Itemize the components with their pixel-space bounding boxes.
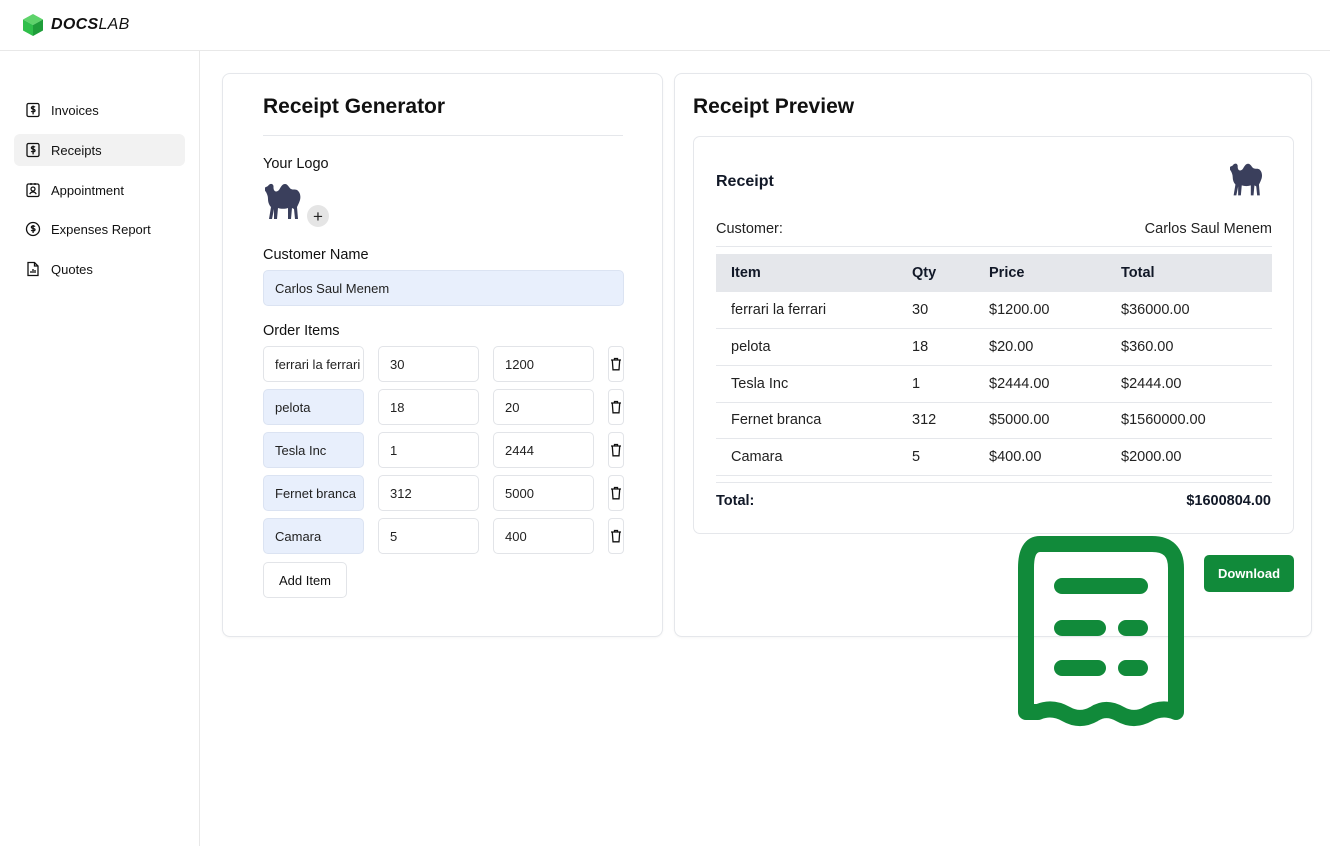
receipt-preview-panel: Receipt Preview Receipt Customer: Carlos… — [674, 73, 1312, 637]
brand-name: DOCSLAB — [51, 16, 130, 33]
dollar-circle-icon — [25, 221, 41, 237]
receipt-icon — [1018, 536, 1184, 726]
column-header-total: Total — [1121, 265, 1155, 281]
sidebar-item-quotes[interactable]: Quotes — [14, 253, 185, 285]
item-name-input[interactable]: Tesla Inc — [263, 432, 364, 468]
item-price-input[interactable]: 5000 — [493, 475, 594, 511]
camel-logo-icon[interactable] — [265, 180, 307, 224]
item-name-input[interactable]: Fernet branca — [263, 475, 364, 511]
sidebar-item-label: Invoices — [51, 102, 99, 118]
table-row: Camara 5 $400.00 $2000.00 — [716, 439, 1272, 476]
sidebar: Invoices Receipts Appointment Expenses R… — [0, 51, 200, 846]
trash-icon — [611, 529, 621, 543]
id-card-icon — [26, 183, 40, 198]
add-item-button[interactable]: Add Item — [263, 562, 347, 598]
divider — [716, 246, 1272, 247]
delete-item-button[interactable] — [608, 475, 624, 511]
trash-icon — [611, 486, 621, 500]
cell-qty: 5 — [912, 449, 921, 465]
cell-item: Fernet branca — [731, 412, 822, 428]
item-qty-input[interactable]: 5 — [378, 518, 479, 554]
item-qty-input[interactable]: 30 — [378, 346, 479, 382]
delete-item-button[interactable] — [608, 432, 624, 468]
chart-doc-icon — [27, 261, 39, 277]
camel-logo-icon — [1230, 163, 1263, 196]
trash-icon — [611, 400, 621, 414]
customer-name-input[interactable]: Carlos Saul Menem — [263, 270, 624, 306]
customer-row: Customer: Carlos Saul Menem — [716, 221, 1272, 237]
cell-total: $1560000.00 — [1121, 412, 1206, 428]
table-row: Fernet branca 312 $5000.00 $1560000.00 — [716, 402, 1272, 439]
item-price-input[interactable]: 400 — [493, 518, 594, 554]
total-value: $1600804.00 — [1186, 493, 1271, 509]
receipt-generator-panel: Receipt Generator Your Logo + Customer N… — [222, 73, 663, 637]
receipt-document: Receipt Customer: Carlos Saul Menem Item… — [693, 136, 1294, 534]
cell-price: $400.00 — [989, 449, 1042, 465]
cell-price: $20.00 — [989, 339, 1034, 355]
total-label: Total: — [716, 493, 755, 509]
item-price-input[interactable]: 2444 — [493, 432, 594, 468]
brand-logo[interactable]: DOCSLAB — [21, 13, 130, 37]
sidebar-item-label: Expenses Report — [51, 221, 151, 237]
cell-total: $2444.00 — [1121, 376, 1182, 392]
sidebar-item-expenses-report[interactable]: Expenses Report — [14, 213, 185, 245]
order-items-label: Order Items — [263, 323, 340, 339]
sidebar-item-label: Receipts — [51, 142, 102, 158]
cell-qty: 312 — [912, 412, 937, 428]
cell-price: $2444.00 — [989, 376, 1050, 392]
customer-name-label: Customer Name — [263, 247, 369, 263]
cell-item: Camara — [731, 449, 783, 465]
cell-qty: 18 — [912, 339, 929, 355]
cell-price: $1200.00 — [989, 302, 1050, 318]
generator-title: Receipt Generator — [263, 95, 446, 118]
trash-icon — [611, 443, 621, 457]
cell-item: ferrari la ferrari — [731, 302, 827, 318]
item-price-input[interactable]: 20 — [493, 389, 594, 425]
divider — [716, 482, 1272, 483]
dollar-doc-icon — [26, 102, 40, 118]
cube-logo-icon — [23, 14, 43, 36]
table-row: Tesla Inc 1 $2444.00 $2444.00 — [716, 366, 1272, 403]
preview-title: Receipt Preview — [693, 95, 855, 118]
customer-value: Carlos Saul Menem — [1144, 221, 1272, 237]
table-row: ferrari la ferrari 30 $1200.00 $36000.00 — [716, 292, 1272, 329]
item-qty-input[interactable]: 18 — [378, 389, 479, 425]
add-logo-button[interactable]: + — [307, 205, 329, 227]
item-name-input[interactable]: Camara — [263, 518, 364, 554]
receipt-heading: Receipt — [716, 173, 774, 190]
dollar-doc-icon — [26, 142, 40, 158]
top-bar: DOCSLAB — [0, 0, 1330, 51]
cell-price: $5000.00 — [989, 412, 1050, 428]
column-header-price: Price — [989, 265, 1025, 281]
cell-item: pelota — [731, 339, 771, 355]
sidebar-item-label: Quotes — [51, 261, 93, 277]
item-name-input[interactable]: pelota — [263, 389, 364, 425]
logo-label: Your Logo — [263, 156, 329, 172]
cell-total: $360.00 — [1121, 339, 1174, 355]
delete-item-button[interactable] — [608, 346, 624, 382]
cell-qty: 30 — [912, 302, 929, 318]
item-qty-input[interactable]: 312 — [378, 475, 479, 511]
sidebar-item-invoices[interactable]: Invoices — [14, 94, 185, 126]
delete-item-button[interactable] — [608, 518, 624, 554]
item-price-input[interactable]: 1200 — [493, 346, 594, 382]
cell-qty: 1 — [912, 376, 921, 392]
table-row: pelota 18 $20.00 $360.00 — [716, 329, 1272, 366]
item-qty-input[interactable]: 1 — [378, 432, 479, 468]
sidebar-item-appointment[interactable]: Appointment — [14, 174, 185, 206]
trash-icon — [611, 357, 621, 371]
item-name-input[interactable]: ferrari la ferrari — [263, 346, 364, 382]
sidebar-item-receipts[interactable]: Receipts — [14, 134, 185, 166]
column-header-qty: Qty — [912, 265, 937, 281]
download-button[interactable]: Download — [1204, 555, 1294, 592]
divider — [263, 135, 623, 136]
delete-item-button[interactable] — [608, 389, 624, 425]
cell-total: $36000.00 — [1121, 302, 1190, 318]
sidebar-item-label: Appointment — [51, 182, 124, 198]
column-header-item: Item — [731, 265, 761, 281]
table-header: Item Qty Price Total — [716, 254, 1272, 292]
customer-label: Customer: — [716, 221, 783, 237]
cell-total: $2000.00 — [1121, 449, 1182, 465]
cell-item: Tesla Inc — [731, 376, 789, 392]
